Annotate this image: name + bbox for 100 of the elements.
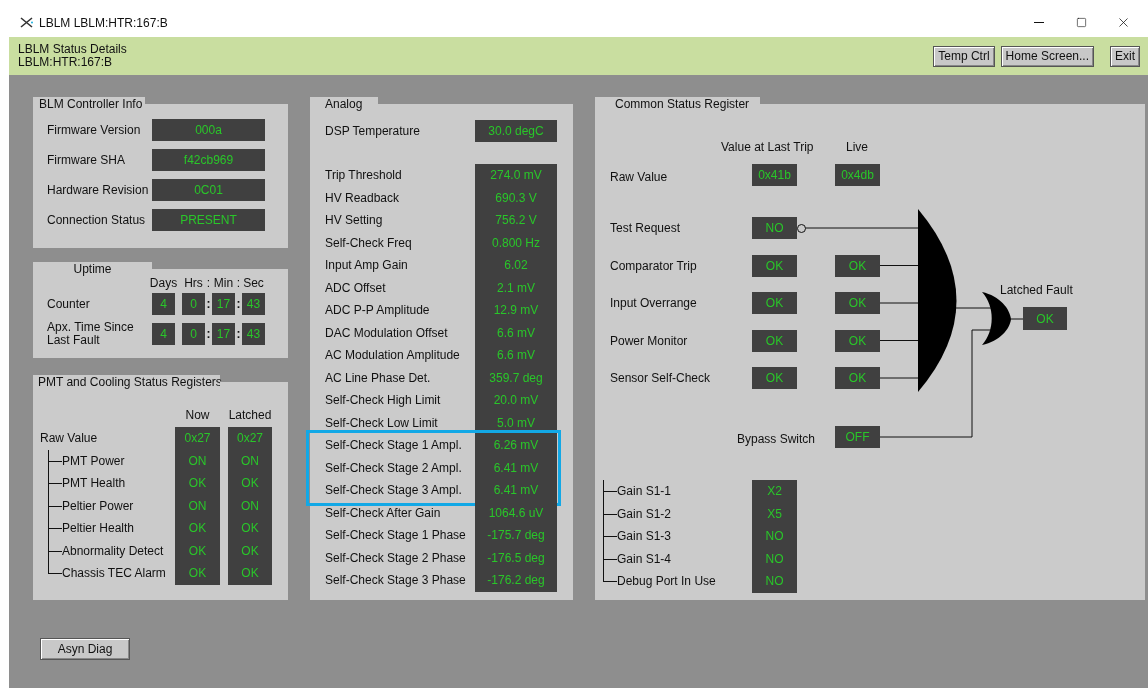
field-label: Chassis TEC Alarm: [62, 565, 166, 583]
value-readout: OK: [228, 472, 272, 495]
value-readout: OK: [1023, 307, 1067, 330]
field-label: Self-Check Low Limit: [325, 415, 438, 430]
column-header: :: [236, 275, 241, 292]
or-gate-symbol: [982, 292, 1011, 345]
field-label: Peltier Health: [62, 520, 135, 538]
field-label: Gain S1-1: [617, 483, 672, 501]
field-label: Self-Check After Gain: [325, 505, 441, 520]
field-label: Debug Port In Use: [617, 573, 716, 591]
value-readout: OK: [835, 254, 880, 277]
panel-title: Common Status Register: [615, 97, 750, 111]
time-separator: :: [206, 296, 211, 313]
panel-title: Uptime: [73, 262, 112, 276]
field-label: Self-Check Stage 1 Phase: [325, 528, 466, 543]
value-readout: 274.0 mV: [475, 164, 557, 187]
value-readout: NO: [752, 217, 797, 239]
value-readout: 000a: [152, 119, 265, 141]
value-readout: ON: [228, 449, 272, 472]
toolbar-button[interactable]: Exit: [1110, 45, 1140, 67]
value-readout: 1064.6 uV: [475, 501, 557, 524]
panel-title: BLM Controller Info: [39, 97, 143, 111]
value-readout: ON: [175, 449, 220, 472]
field-label: HV Setting: [325, 213, 383, 228]
field-label: Test Request: [610, 221, 681, 235]
value-readout: OK: [835, 329, 880, 352]
field-label: Hardware Revision: [47, 183, 149, 197]
value-readout: NO: [752, 570, 797, 593]
value-readout: OK: [228, 539, 272, 562]
field-label: Firmware SHA: [47, 153, 125, 167]
field-label: ADC P-P Amplitude: [325, 303, 430, 318]
column-header: :: [206, 275, 211, 292]
value-readout: 0: [182, 323, 205, 345]
value-readout: 4: [152, 293, 175, 315]
value-readout: 6.02: [475, 254, 557, 277]
toolbar-button[interactable]: Temp Ctrl: [933, 45, 995, 67]
field-label: Counter: [47, 296, 90, 311]
value-readout: OK: [752, 254, 797, 277]
field-label: Self-Check Freq: [325, 235, 412, 250]
column-header: Live: [846, 140, 868, 154]
value-readout: OK: [228, 562, 272, 585]
field-label: DAC Modulation Offset: [325, 325, 448, 340]
value-readout: 756.2 V: [475, 209, 557, 232]
field-label: Self-Check Stage 1 Ampl.: [325, 438, 462, 453]
value-readout: 30.0 degC: [475, 120, 557, 142]
field-label: Input Amp Gain: [325, 258, 408, 273]
field-label: Self-Check Stage 3 Ampl.: [325, 483, 462, 498]
time-separator: :: [236, 296, 241, 313]
field-label: PMT Power: [62, 452, 125, 470]
value-readout: 6.26 mV: [475, 434, 557, 457]
header-title: LBLM Status Details: [18, 43, 127, 56]
value-readout: 20.0 mV: [475, 389, 557, 412]
field-label: Apx. Time Since Last Fault: [47, 320, 134, 347]
value-readout: -175.7 deg: [475, 524, 557, 547]
value-readout: OK: [752, 329, 797, 352]
maximize-icon: [1075, 17, 1087, 28]
value-readout: 0: [182, 293, 205, 315]
column-header: Latched: [228, 407, 272, 424]
value-readout: OK: [175, 562, 220, 585]
value-readout: X5: [752, 502, 797, 525]
column-header: Hrs: [184, 275, 203, 292]
value-readout: 43: [242, 323, 265, 345]
panel-title: Analog: [325, 97, 363, 111]
field-label: Abnormality Detect: [62, 542, 164, 560]
value-readout: 17: [212, 293, 235, 315]
value-readout: 0.800 Hz: [475, 231, 557, 254]
minimize-icon: [1034, 22, 1044, 23]
inverter-bubble: [797, 223, 806, 233]
column-header: Now: [185, 407, 210, 424]
toolbar-button[interactable]: Home Screen...: [1000, 45, 1094, 67]
column-header: Min: [213, 275, 234, 292]
value-readout: OK: [835, 292, 880, 314]
field-label: Self-Check Stage 2 Ampl.: [325, 460, 462, 475]
value-readout: 17: [212, 323, 235, 345]
connector-line: [879, 302, 919, 304]
field-label: HV Readback: [325, 190, 400, 205]
field-label: Power Monitor: [610, 333, 688, 348]
field-label: Raw Value: [40, 431, 98, 446]
field-label: Gain S1-2: [617, 505, 672, 523]
window-title: LBLM LBLM:HTR:167:B: [39, 14, 168, 32]
value-readout: OK: [228, 517, 272, 540]
field-label: AC Line Phase Det.: [325, 370, 431, 385]
value-readout: 43: [242, 293, 265, 315]
field-label: Firmware Version: [47, 123, 141, 137]
field-label: Latched Fault: [1000, 283, 1073, 297]
value-readout: ON: [228, 494, 272, 517]
field-label: Self-Check Stage 3 Phase: [325, 573, 466, 588]
value-readout: NO: [752, 547, 797, 570]
value-readout: NO: [752, 525, 797, 548]
value-readout: -176.5 deg: [475, 546, 557, 569]
column-header: Sec: [243, 275, 264, 292]
value-readout: 0C01: [152, 179, 265, 201]
field-label: AC Modulation Amplitude: [325, 348, 460, 363]
panel-title: PMT and Cooling Status Registers: [38, 375, 222, 389]
asyn-diag-button[interactable]: Asyn Diag: [40, 638, 130, 660]
field-label: Self-Check Stage 2 Phase: [325, 550, 466, 565]
value-readout: OK: [752, 292, 797, 314]
field-label: Bypass Switch: [736, 431, 815, 448]
field-label: Gain S1-3: [617, 528, 672, 546]
connector-line: [879, 265, 919, 266]
